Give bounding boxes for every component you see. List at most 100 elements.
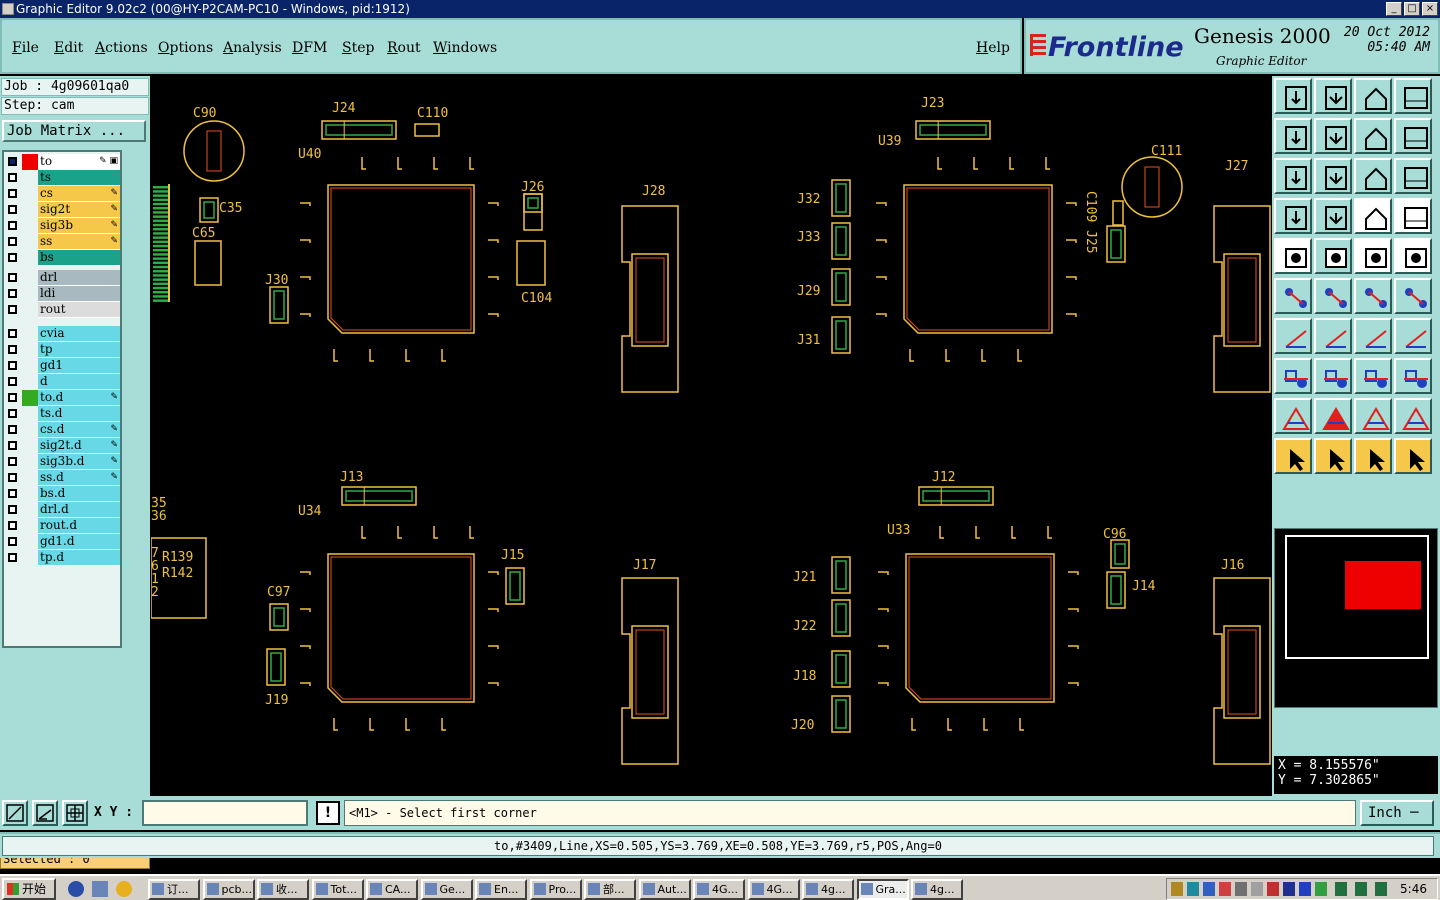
layer-checkbox[interactable] xyxy=(8,305,17,314)
layer-row-sig3b-d[interactable]: sig3b.d ✎ xyxy=(4,454,120,470)
layer-name[interactable]: ss xyxy=(38,234,120,250)
tray-antivirus-icon[interactable] xyxy=(1267,882,1279,896)
layer-row-ts[interactable]: ts xyxy=(4,170,120,186)
taskbar-item[interactable]: Gra... xyxy=(856,879,909,900)
tray-app-icon[interactable] xyxy=(1203,882,1215,896)
tray-ch-icon[interactable] xyxy=(1299,882,1311,896)
tool-cut-line-button[interactable] xyxy=(1314,358,1352,394)
layer-name[interactable]: cs xyxy=(38,186,120,202)
layer-name[interactable]: ts xyxy=(38,170,120,186)
layer-checkbox[interactable] xyxy=(8,289,17,298)
layer-color-swatch[interactable] xyxy=(22,326,38,342)
menu-actions[interactable]: Actions xyxy=(95,40,148,56)
layer-color-swatch[interactable] xyxy=(22,422,38,438)
pcb-canvas[interactable]: C90 J24 C110 U40 J26 J28 C35 C65 J30 C104 J23 U39 C1… xyxy=(151,76,1271,796)
layer-color-swatch[interactable] xyxy=(22,154,38,170)
tray-s-icon[interactable] xyxy=(1315,882,1327,896)
units-selector[interactable]: Inch ─ xyxy=(1360,800,1434,826)
menu-options[interactable]: Options xyxy=(158,40,213,56)
layer-row-sig2t-d[interactable]: sig2t.d ✎ xyxy=(4,438,120,454)
layer-row-ss[interactable]: ss ✎ xyxy=(4,234,120,250)
menu-rout[interactable]: Rout xyxy=(387,40,421,56)
layer-color-swatch[interactable] xyxy=(22,518,38,534)
layer-color-swatch[interactable] xyxy=(22,486,38,502)
layer-row-gd1-d[interactable]: gd1.d xyxy=(4,534,120,550)
layer-row-bs[interactable]: bs xyxy=(4,250,120,266)
tool-arc-tool-button[interactable] xyxy=(1354,318,1392,354)
media-quicklaunch-icon[interactable] xyxy=(116,881,132,897)
layer-name[interactable]: d xyxy=(38,374,120,390)
tool-feature-dot-button[interactable] xyxy=(1394,238,1432,274)
taskbar-item[interactable]: CA... xyxy=(366,879,418,900)
layer-row-to-d[interactable]: to.d ✎ xyxy=(4,390,120,406)
layer-checkbox[interactable] xyxy=(8,361,17,370)
tray-close-icon[interactable] xyxy=(1283,882,1295,896)
taskbar-item[interactable]: 4G... xyxy=(693,879,745,900)
layer-row-tp-d[interactable]: tp.d xyxy=(4,550,120,566)
layer-row-ldi[interactable]: ldi xyxy=(4,286,120,302)
layer-name[interactable]: rout.d xyxy=(38,518,120,534)
tool-center-button[interactable] xyxy=(1314,158,1352,194)
tool-settings-button[interactable] xyxy=(1274,198,1312,234)
layer-name[interactable]: drl.d xyxy=(38,502,120,518)
tool-grid-button[interactable] xyxy=(1314,198,1352,234)
taskbar-item[interactable]: 收... xyxy=(257,879,309,900)
tray-green3-icon[interactable] xyxy=(1375,882,1387,896)
start-button[interactable]: 开始 xyxy=(2,878,56,900)
tool-zoom-home-button[interactable] xyxy=(1274,78,1312,114)
minimize-button[interactable]: _ xyxy=(1386,2,1402,16)
tool-fill-tool-button[interactable] xyxy=(1394,318,1432,354)
layer-name[interactable]: ts.d xyxy=(38,406,120,422)
tool-zoom-1to1-button[interactable] xyxy=(1354,158,1392,194)
layer-color-swatch[interactable] xyxy=(22,358,38,374)
taskbar-item[interactable]: Ge... xyxy=(420,879,473,900)
close-button[interactable]: × xyxy=(1422,2,1438,16)
layer-color-swatch[interactable] xyxy=(22,406,38,422)
tool-measure-line-button[interactable] xyxy=(1314,238,1352,274)
layer-name[interactable]: ldi xyxy=(38,286,120,302)
layer-checkbox[interactable] xyxy=(8,409,17,418)
tool-triangle-cross-button[interactable] xyxy=(1394,398,1432,434)
layer-row-rout[interactable]: rout xyxy=(4,302,120,318)
layer-name[interactable]: drl xyxy=(38,270,120,286)
layer-color-swatch[interactable] xyxy=(22,342,38,358)
tray-green-icon[interactable] xyxy=(1335,882,1347,896)
layer-checkbox[interactable] xyxy=(8,253,17,262)
layer-row-to[interactable]: to ✎ ▣ xyxy=(4,154,120,170)
layer-checkbox[interactable] xyxy=(8,473,17,482)
layer-row-d[interactable]: d xyxy=(4,374,120,390)
tray-pen-icon[interactable] xyxy=(1171,882,1183,896)
tool-net-select-button[interactable] xyxy=(1274,278,1312,314)
tool-help-button[interactable] xyxy=(1394,158,1432,194)
menu-edit[interactable]: Edit xyxy=(54,40,83,56)
layer-checkbox[interactable] xyxy=(8,273,17,282)
taskbar-item[interactable]: Pro... xyxy=(529,879,582,900)
tool-triangle-filled-button[interactable] xyxy=(1314,398,1352,434)
layer-row-rout-d[interactable]: rout.d xyxy=(4,518,120,534)
layer-name[interactable]: rout xyxy=(38,302,120,318)
taskbar-item[interactable]: 4g... xyxy=(911,879,963,900)
layer-name[interactable]: sig3b xyxy=(38,218,120,234)
tool-snap-pins-button[interactable] xyxy=(1394,198,1432,234)
layer-name[interactable]: sig2t xyxy=(38,202,120,218)
layer-checkbox[interactable] xyxy=(8,537,17,546)
layer-color-swatch[interactable] xyxy=(22,390,38,406)
tool-snap-points-button[interactable] xyxy=(1274,358,1312,394)
layer-checkbox[interactable] xyxy=(8,425,17,434)
layer-checkbox[interactable] xyxy=(8,457,17,466)
layer-name[interactable]: ss.d xyxy=(38,470,120,486)
layer-color-swatch[interactable] xyxy=(22,502,38,518)
layer-row-tp[interactable]: tp xyxy=(4,342,120,358)
layer-row-gd1[interactable]: gd1 xyxy=(4,358,120,374)
tool-pan-right-button[interactable] xyxy=(1314,118,1352,154)
job-matrix-button[interactable]: Job Matrix ... xyxy=(2,120,146,142)
layer-color-swatch[interactable] xyxy=(22,234,38,250)
layer-checkbox[interactable] xyxy=(8,205,17,214)
layer-name[interactable]: gd1.d xyxy=(38,534,120,550)
layer-color-swatch[interactable] xyxy=(22,250,38,266)
maximize-button[interactable]: □ xyxy=(1404,2,1420,16)
tool-home-view-button[interactable] xyxy=(1354,78,1392,114)
layer-color-swatch[interactable] xyxy=(22,218,38,234)
layer-checkbox[interactable] xyxy=(8,189,17,198)
zoom-area-button[interactable] xyxy=(2,800,28,826)
